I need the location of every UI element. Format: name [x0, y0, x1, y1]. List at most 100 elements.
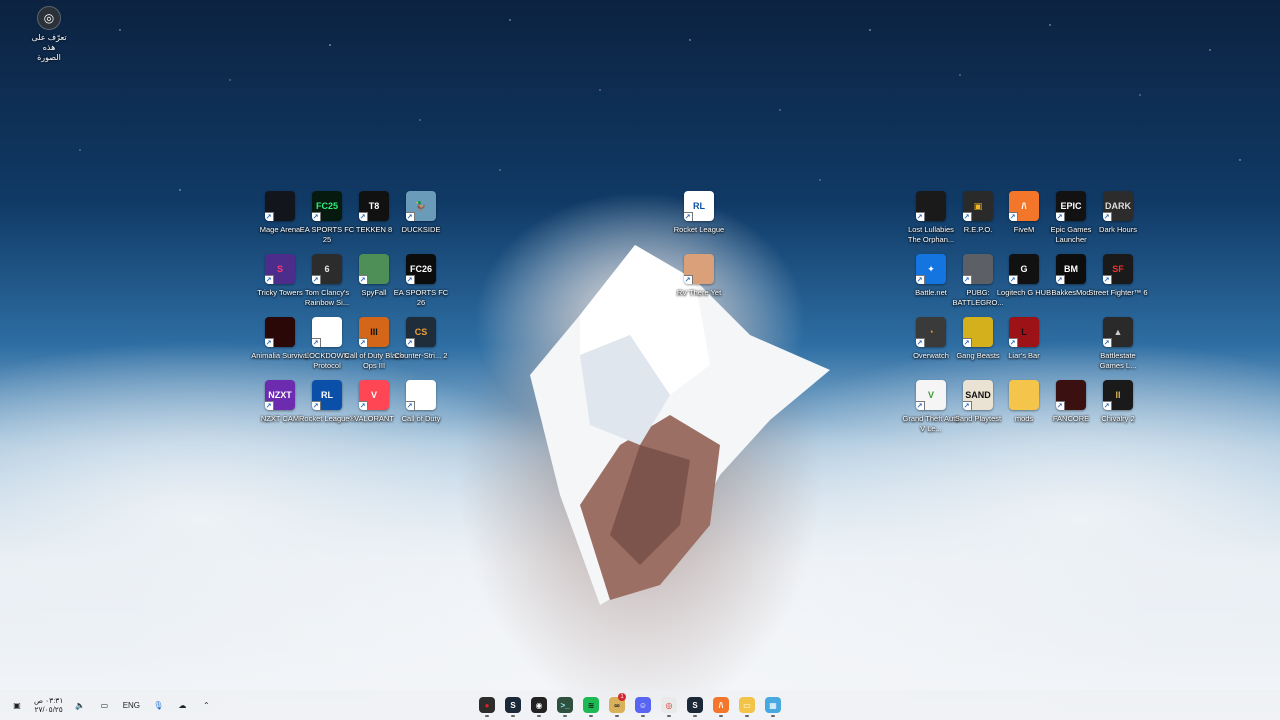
shortcut-arrow-icon: ↗	[916, 401, 925, 410]
rainbow-six-icon: 6 ↗	[312, 254, 342, 284]
shortcut-arrow-icon: ↗	[1103, 212, 1112, 221]
desktop-icon-battlestate-games[interactable]: ▲ ↗ Battlestate Games L...	[1090, 317, 1146, 370]
spotify-icon: ≋	[583, 697, 599, 713]
desktop-icon-label: Counter-Stri... 2	[394, 351, 448, 360]
recognize-image-button[interactable]: ◎ تعرّف على هذه الصورة	[30, 6, 68, 63]
rocket-league-2-icon: RL ↗	[312, 380, 342, 410]
desktop-icon-counter-strike-2[interactable]: CS ↗ Counter-Stri... 2	[393, 317, 449, 361]
mountain-peak	[530, 245, 830, 605]
gang-beasts-icon: ↗	[963, 317, 993, 347]
running-indicator	[641, 715, 645, 717]
chevron-up-icon[interactable]: ⌃	[199, 698, 213, 712]
terminal-icon: >_	[557, 697, 573, 713]
bakkesmod-icon: BM ↗	[1056, 254, 1086, 284]
desktop-icon-chivalry-2[interactable]: II ↗ Chivalry 2	[1090, 380, 1146, 424]
clock-date: ٢٧/٠٥/٢٥	[34, 705, 63, 714]
shortcut-arrow-icon: ↗	[1103, 338, 1112, 347]
microphone-icon[interactable]: 🎙	[151, 698, 165, 712]
desktop-icon-duckside[interactable]: 🦆 ↗ DUCKSIDE	[393, 191, 449, 235]
desktop-icon-rv-there-yet[interactable]: ↗ RV There Yet	[671, 254, 727, 298]
shortcut-arrow-icon: ↗	[359, 338, 368, 347]
running-indicator	[693, 715, 697, 717]
battlestate-games-icon: ▲ ↗	[1103, 317, 1133, 347]
running-indicator	[589, 715, 593, 717]
language-indicator[interactable]: ENG	[121, 698, 141, 712]
shortcut-arrow-icon: ↗	[312, 275, 321, 284]
fivem-app-icon: /\	[713, 697, 729, 713]
desktop-icon-liars-bar[interactable]: L ↗ Liar's Bar	[996, 317, 1052, 361]
running-indicator	[719, 715, 723, 717]
notification-icon[interactable]: ▣	[10, 698, 24, 712]
desktop-icon-dark-hours[interactable]: DARK ↗ Dark Hours	[1090, 191, 1146, 235]
taskbar-app-chrome[interactable]: ◎	[658, 692, 680, 718]
shortcut-arrow-icon: ↗	[1009, 338, 1018, 347]
clock[interactable]: ٠٣:٣١ ص ٢٧/٠٥/٢٥	[34, 696, 63, 714]
mage-arena-icon: ↗	[265, 191, 295, 221]
repo-icon: ▣ ↗	[963, 191, 993, 221]
ea-sports-fc-25-icon: FC25 ↗	[312, 191, 342, 221]
shortcut-arrow-icon: ↗	[312, 338, 321, 347]
shortcut-arrow-icon: ↗	[1103, 401, 1112, 410]
windows-store-icon: ▦	[765, 697, 781, 713]
rocket-league-icon: RL ↗	[684, 191, 714, 221]
taskbar-app-steam[interactable]: S	[502, 692, 524, 718]
shortcut-arrow-icon: ↗	[1103, 275, 1112, 284]
running-indicator	[771, 715, 775, 717]
shortcut-arrow-icon: ↗	[359, 401, 368, 410]
taskbar-app-spotify[interactable]: ≋	[580, 692, 602, 718]
lost-lullabies-icon: ↗	[916, 191, 946, 221]
desktop-icon-label: Street Fighter™ 6	[1088, 288, 1148, 297]
duckside-icon: 🦆 ↗	[406, 191, 436, 221]
shortcut-arrow-icon: ↗	[406, 401, 415, 410]
system-tray: ▣ ٠٣:٣١ ص ٢٧/٠٥/٢٥ 🔈 ▭ ENG 🎙 ☁ ⌃	[10, 690, 213, 720]
liars-bar-icon: L ↗	[1009, 317, 1039, 347]
desktop-icon-label: Dark Hours	[1099, 225, 1137, 234]
counter-strike-2-icon: CS ↗	[406, 317, 436, 347]
shortcut-arrow-icon: ↗	[684, 275, 693, 284]
fancore-icon: ↗	[1056, 380, 1086, 410]
desktop-icon-ea-sports-fc-26[interactable]: FC26 ↗ EA SPORTS FC 26	[393, 254, 449, 307]
taskbar-app-terminal[interactable]: >_	[554, 692, 576, 718]
shortcut-arrow-icon: ↗	[265, 275, 274, 284]
running-indicator	[563, 715, 567, 717]
taskbar-app-windows-store[interactable]: ▦	[762, 692, 784, 718]
taskbar-app-file-explorer[interactable]: ▭	[736, 692, 758, 718]
taskbar-app-nvidia-app[interactable]: ●	[476, 692, 498, 718]
desktop-icon-label: Call of Duty	[401, 414, 441, 423]
rv-there-yet-icon: ↗	[684, 254, 714, 284]
shortcut-arrow-icon: ↗	[916, 338, 925, 347]
taskbar-app-steam-2[interactable]: S	[684, 692, 706, 718]
volume-icon[interactable]: 🔈	[73, 698, 87, 712]
fivem-icon: /\ ↗	[1009, 191, 1039, 221]
taskbar-app-goggles-app[interactable]: ∞ 1	[606, 692, 628, 718]
shortcut-arrow-icon: ↗	[406, 338, 415, 347]
desktop-icon-label: Battlestate Games L...	[1099, 351, 1137, 370]
desktop-icon-label: Chivalry 2	[1101, 414, 1135, 423]
desktop-icon-call-of-duty[interactable]: ↗ Call of Duty	[393, 380, 449, 424]
spyfall-icon: ↗	[359, 254, 389, 284]
sand-playtest-icon: SAND ↗	[963, 380, 993, 410]
cloud-icon[interactable]: ☁	[175, 698, 189, 712]
shortcut-arrow-icon: ↗	[1009, 212, 1018, 221]
tricky-towers-icon: S ↗	[265, 254, 295, 284]
shortcut-arrow-icon: ↗	[265, 338, 274, 347]
nvidia-app-icon: ●	[479, 697, 495, 713]
shortcut-arrow-icon: ↗	[265, 401, 274, 410]
chivalry-2-icon: II ↗	[1103, 380, 1133, 410]
network-icon[interactable]: ▭	[97, 698, 111, 712]
tekken-8-icon: T8 ↗	[359, 191, 389, 221]
shortcut-arrow-icon: ↗	[312, 212, 321, 221]
running-indicator	[667, 715, 671, 717]
recognize-image-label: تعرّف على هذه الصورة	[31, 33, 67, 62]
taskbar-app-fivem-app[interactable]: /\	[710, 692, 732, 718]
taskbar-app-discord[interactable]: ☺	[632, 692, 654, 718]
desktop-icon-rocket-league[interactable]: RL ↗ Rocket League	[671, 191, 727, 235]
call-of-duty-icon: ↗	[406, 380, 436, 410]
taskbar-app-lockdown-app[interactable]: ◉	[528, 692, 550, 718]
notification-badge: 1	[618, 693, 626, 701]
shortcut-arrow-icon: ↗	[916, 212, 925, 221]
lockdown-app-icon: ◉	[531, 697, 547, 713]
shortcut-arrow-icon: ↗	[359, 212, 368, 221]
desktop-icon-street-fighter-6[interactable]: SF ↗ Street Fighter™ 6	[1088, 254, 1148, 298]
valorant-icon: V ↗	[359, 380, 389, 410]
